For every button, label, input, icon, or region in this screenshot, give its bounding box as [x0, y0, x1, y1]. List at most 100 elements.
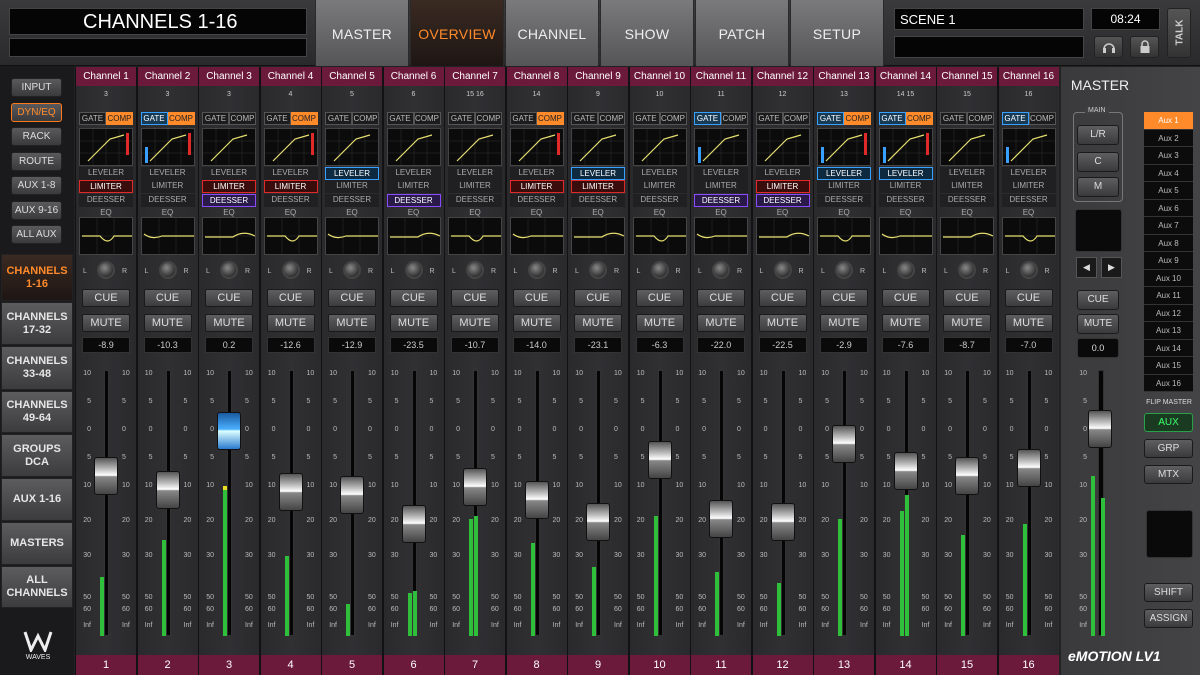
pan-knob[interactable] — [466, 261, 484, 279]
fader-cap[interactable] — [893, 452, 918, 491]
gate-button[interactable]: GATE — [571, 112, 598, 125]
channel-number[interactable]: 4 — [260, 655, 321, 675]
leveler-button[interactable]: LEVELER — [140, 167, 195, 180]
channel-number[interactable]: 7 — [445, 655, 505, 675]
cue-button[interactable]: CUE — [943, 289, 991, 307]
sidebar-view-channels-1-16[interactable]: CHANNELS 1-16 — [1, 254, 73, 301]
gate-button[interactable]: GATE — [755, 112, 783, 125]
gate-button[interactable]: GATE — [509, 112, 537, 125]
pan-knob[interactable] — [97, 261, 115, 279]
dynamics-display[interactable] — [509, 128, 564, 166]
sidebar-button-all-aux[interactable]: ALL AUX — [11, 225, 62, 244]
fader-cap[interactable] — [770, 502, 795, 541]
leveler-button[interactable]: LEVELER — [202, 167, 256, 180]
main-c-button[interactable]: C — [1077, 152, 1119, 172]
dynamics-display[interactable] — [140, 128, 195, 166]
comp-button[interactable]: COMP — [106, 112, 133, 125]
eq-display[interactable] — [325, 217, 379, 255]
channel-number[interactable]: 6 — [383, 655, 444, 675]
aux-item[interactable]: Aux 12 — [1144, 304, 1193, 322]
dynamics-display[interactable] — [79, 128, 133, 166]
channel-name[interactable]: Channel 4 — [260, 67, 321, 86]
gate-button[interactable]: GATE — [79, 112, 106, 125]
eq-display[interactable] — [878, 217, 933, 255]
master-mute-button[interactable]: MUTE — [1077, 314, 1119, 334]
leveler-button[interactable]: LEVELER — [263, 167, 318, 180]
mute-button[interactable]: MUTE — [574, 314, 622, 332]
sidebar-button-route[interactable]: ROUTE — [11, 151, 62, 171]
deesser-button[interactable]: DEESSER — [1001, 194, 1056, 207]
aux-item[interactable]: Aux 5 — [1144, 182, 1193, 200]
sidebar-view-channels-33-48[interactable]: CHANNELS 33-48 — [1, 346, 73, 390]
mute-button[interactable]: MUTE — [328, 314, 376, 332]
gate-button[interactable]: GATE — [878, 112, 906, 125]
channel-number[interactable]: 12 — [752, 655, 813, 675]
comp-button[interactable]: COMP — [290, 112, 318, 125]
comp-button[interactable]: COMP — [229, 112, 256, 125]
sidebar-view-masters[interactable]: MASTERS — [1, 522, 73, 565]
aux-item[interactable]: Aux 3 — [1144, 147, 1193, 165]
channel-number[interactable]: 16 — [998, 655, 1059, 675]
master-fader[interactable]: 10 5 0 5 10 20 30 50 60 Inf — [1061, 364, 1141, 639]
deesser-button[interactable]: DEESSER — [755, 194, 810, 207]
dynamics-display[interactable] — [755, 128, 810, 166]
aux-item[interactable]: Aux 15 — [1144, 357, 1193, 375]
channel-number[interactable]: 1 — [76, 655, 136, 675]
channel-name[interactable]: Channel 1 — [76, 67, 136, 86]
channel-name[interactable]: Channel 3 — [199, 67, 259, 86]
pan-knob[interactable] — [958, 261, 976, 279]
aux-item[interactable]: Aux 11 — [1144, 287, 1193, 305]
comp-button[interactable]: COMP — [167, 112, 195, 125]
sidebar-view-groups-dca[interactable]: GROUPS DCA — [1, 434, 73, 477]
eq-display[interactable] — [632, 217, 687, 255]
aux-item[interactable]: Aux 13 — [1144, 322, 1193, 340]
headphones-button[interactable] — [1094, 36, 1123, 58]
flip-grp-button[interactable]: GRP — [1144, 439, 1193, 458]
dynamics-display[interactable] — [448, 128, 502, 166]
flip-mtx-button[interactable]: MTX — [1144, 465, 1193, 484]
comp-button[interactable]: COMP — [659, 112, 687, 125]
dynamics-display[interactable] — [571, 128, 625, 166]
aux-item[interactable]: Aux 14 — [1144, 339, 1193, 357]
channel-name[interactable]: Channel 8 — [506, 67, 567, 86]
comp-button[interactable]: COMP — [352, 112, 379, 125]
scene-name[interactable]: SCENE 1 — [894, 8, 1084, 30]
cue-button[interactable]: CUE — [389, 289, 438, 307]
channel-name[interactable]: Channel 5 — [322, 67, 382, 86]
tab-channel[interactable]: CHANNEL — [505, 0, 599, 66]
eq-display[interactable] — [79, 217, 133, 255]
mute-button[interactable]: MUTE — [266, 314, 315, 332]
pan-knob[interactable] — [527, 261, 546, 279]
fader-cap[interactable] — [647, 441, 672, 480]
deesser-button[interactable]: DEESSER — [571, 194, 625, 207]
deesser-button[interactable]: DEESSER — [940, 194, 994, 207]
eq-display[interactable] — [140, 217, 195, 255]
mute-button[interactable]: MUTE — [1004, 314, 1053, 332]
cue-button[interactable]: CUE — [1004, 289, 1053, 307]
dynamics-display[interactable] — [1001, 128, 1056, 166]
sidebar-button-aux-9-16[interactable]: AUX 9-16 — [11, 200, 62, 220]
deesser-button[interactable]: DEESSER — [632, 194, 687, 207]
pan-knob[interactable] — [343, 261, 361, 279]
deesser-button[interactable]: DEESSER — [448, 194, 502, 207]
deesser-button[interactable]: DEESSER — [878, 194, 933, 207]
fader-cap[interactable] — [524, 481, 549, 520]
comp-button[interactable]: COMP — [536, 112, 564, 125]
limiter-button[interactable]: LIMITER — [140, 180, 195, 193]
leveler-button[interactable]: LEVELER — [817, 167, 871, 180]
lock-button[interactable] — [1130, 36, 1159, 58]
gate-button[interactable]: GATE — [632, 112, 660, 125]
aux-item[interactable]: Aux 8 — [1144, 234, 1193, 252]
dynamics-display[interactable] — [940, 128, 994, 166]
limiter-button[interactable]: LIMITER — [325, 180, 379, 193]
channel-name[interactable]: Channel 16 — [998, 67, 1059, 86]
deesser-button[interactable]: DEESSER — [694, 194, 748, 207]
gate-button[interactable]: GATE — [386, 112, 414, 125]
leveler-button[interactable]: LEVELER — [79, 167, 133, 180]
limiter-button[interactable]: LIMITER — [755, 180, 810, 193]
deesser-button[interactable]: DEESSER — [386, 194, 441, 207]
cue-button[interactable]: CUE — [758, 289, 807, 307]
comp-button[interactable]: COMP — [1028, 112, 1056, 125]
channel-name[interactable]: Channel 10 — [629, 67, 690, 86]
fader-cap[interactable] — [94, 457, 118, 496]
